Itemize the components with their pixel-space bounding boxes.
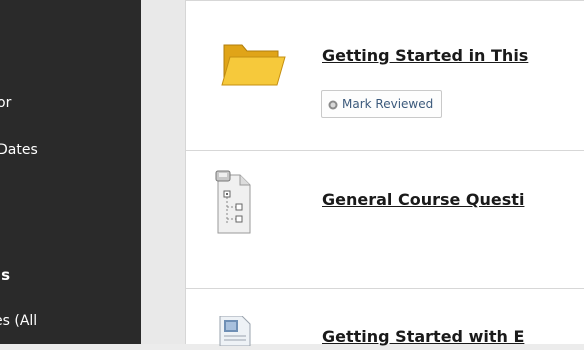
mark-reviewed-button[interactable]: Mark Reviewed [321, 90, 442, 118]
content-item-title[interactable]: Getting Started with E [322, 327, 524, 346]
sidebar-item-dates[interactable]: Dates [0, 141, 38, 159]
folder-icon [220, 41, 286, 91]
content-item-title[interactable]: Getting Started in This [322, 46, 528, 65]
sidebar-gutter [141, 0, 185, 344]
sidebar-item-truncated[interactable]: es (All [0, 312, 134, 330]
content-item: Getting Started with E [186, 289, 584, 349]
course-menu-sidebar: or Dates s ls es (All [0, 0, 141, 344]
sidebar-item-1[interactable]: or [0, 94, 11, 112]
sidebar-section-heading: ls [0, 266, 10, 284]
review-status-icon [328, 99, 338, 109]
mark-reviewed-label: Mark Reviewed [342, 97, 433, 111]
content-item: Getting Started in This Mark Reviewed [186, 0, 584, 151]
document-icon [218, 316, 254, 350]
content-item: General Course Questi [186, 150, 584, 289]
content-list: Getting Started in This Mark Reviewed [185, 0, 584, 344]
discussion-board-icon [214, 169, 254, 241]
content-item-title[interactable]: General Course Questi [322, 190, 524, 209]
